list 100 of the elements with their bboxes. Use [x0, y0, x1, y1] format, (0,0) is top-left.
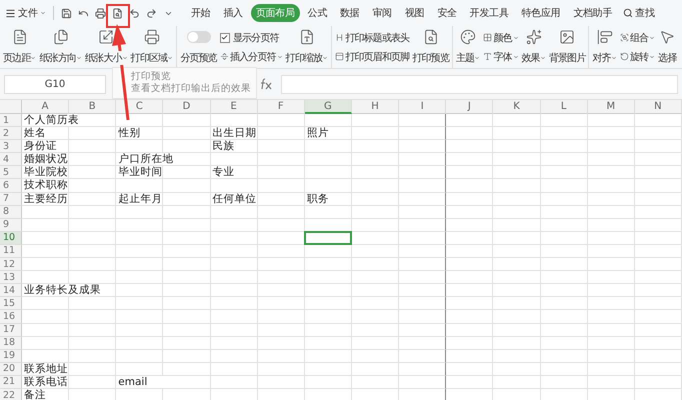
table-cell[interactable]: 毕业时间 [116, 166, 164, 180]
ribbon-button[interactable]: 旋转 [618, 50, 656, 64]
column-header[interactable]: J [446, 100, 494, 114]
ribbon-button[interactable]: 效果 [520, 26, 547, 68]
grid-cell[interactable] [399, 244, 446, 258]
grid-cell[interactable] [399, 362, 446, 376]
row-header[interactable]: 18 [0, 336, 22, 350]
row-header[interactable]: 7 [0, 192, 22, 206]
menu-tab[interactable]: 审阅 [367, 4, 397, 22]
ribbon-button[interactable]: 打印预览 [411, 26, 450, 68]
grid-cell[interactable] [399, 324, 446, 337]
menu-tab[interactable]: 数据 [335, 4, 364, 22]
column-header[interactable]: N [634, 100, 682, 114]
row-header[interactable]: 5 [0, 166, 22, 180]
row-header[interactable]: 16 [0, 310, 22, 324]
ribbon-button[interactable]: 打印标题或表头 [334, 30, 410, 44]
row-header[interactable]: 11 [0, 244, 22, 258]
grid-cell[interactable] [399, 336, 446, 350]
grid-cell[interactable] [399, 376, 446, 389]
ribbon-button[interactable]: 插入分页符 [218, 50, 284, 64]
grid-cell[interactable] [399, 310, 446, 324]
ribbon-button[interactable]: 颜色 [482, 30, 520, 44]
grid-cell[interactable] [399, 153, 446, 166]
row-header[interactable]: 12 [0, 258, 22, 272]
table-cell[interactable]: 姓名 [22, 127, 70, 140]
menu-tab[interactable]: 特色应用 [516, 4, 566, 22]
row-header[interactable]: 10 [0, 232, 22, 245]
table-cell[interactable]: 毕业院校 [22, 166, 70, 180]
row-header[interactable]: 17 [0, 324, 22, 337]
row-header[interactable]: 4 [0, 153, 22, 166]
ribbon-button[interactable]: 对齐 [591, 26, 618, 68]
grid-cell[interactable] [399, 127, 446, 140]
row-header[interactable]: 20 [0, 362, 22, 376]
table-cell[interactable]: 职务 [304, 192, 352, 206]
grid-cell[interactable] [399, 232, 446, 245]
ribbon-button[interactable]: 选择 [657, 26, 678, 68]
table-cell[interactable]: 照片 [304, 127, 352, 140]
table-cell[interactable]: 出生日期 [210, 127, 258, 140]
column-header[interactable]: F [258, 100, 305, 114]
row-header[interactable]: 15 [0, 297, 22, 310]
grid-cell[interactable] [399, 284, 446, 298]
row-header[interactable]: 22 [0, 388, 22, 400]
ribbon-button[interactable]: 组合 [618, 30, 656, 44]
table-cell[interactable]: 民族 [210, 140, 258, 154]
table-cell[interactable]: 业务特长及成果 [22, 284, 116, 298]
ribbon-button[interactable]: 主题 [454, 26, 482, 68]
row-header[interactable]: 14 [0, 284, 22, 298]
table-cell[interactable]: 专业 [210, 166, 258, 180]
grid-cell[interactable] [399, 350, 446, 363]
column-header[interactable]: L [540, 100, 588, 114]
menu-tab[interactable]: 插入 [218, 4, 248, 22]
ribbon-button[interactable]: 打印缩放 [284, 26, 330, 68]
column-header[interactable]: H [352, 100, 400, 114]
table-cell[interactable]: 起止年月 [116, 192, 164, 206]
grid-cell[interactable] [399, 192, 446, 206]
table-cell[interactable]: 联系地址 [22, 362, 70, 376]
table-cell[interactable]: 联系电话 [22, 376, 70, 389]
row-header[interactable]: 13 [0, 271, 22, 284]
row-header[interactable]: 3 [0, 140, 22, 154]
table-cell[interactable]: 户口所在地 [116, 153, 211, 166]
column-header[interactable]: G [304, 100, 352, 114]
row-header[interactable]: 9 [0, 218, 22, 232]
menu-tab[interactable]: 文档助手 [568, 4, 618, 22]
column-header[interactable]: D [163, 100, 211, 114]
row-header[interactable]: 1 [0, 114, 22, 128]
column-header[interactable]: K [493, 100, 541, 114]
table-cell[interactable]: email [116, 376, 211, 389]
grid-cell[interactable] [399, 179, 446, 193]
row-header[interactable]: 6 [0, 179, 22, 193]
table-cell[interactable]: 身份证 [22, 140, 70, 154]
grid-cell[interactable] [399, 271, 446, 284]
table-cell[interactable]: 婚姻状况 [22, 153, 70, 166]
search-button[interactable]: 查找 [623, 6, 656, 20]
table-cell[interactable]: 任何单位 [210, 192, 258, 206]
grid-cell[interactable] [399, 114, 446, 128]
row-header[interactable]: 19 [0, 350, 22, 363]
table-cell[interactable]: 主要经历 [22, 192, 70, 206]
column-header[interactable]: C [116, 100, 164, 114]
column-header[interactable]: I [399, 100, 446, 114]
page-break-preview-button[interactable]: 分页预览 [179, 26, 218, 68]
ribbon-button[interactable]: 背景图片 [548, 26, 586, 68]
formula-field[interactable] [281, 74, 678, 94]
menu-tab[interactable]: 开始 [186, 4, 216, 22]
column-header[interactable]: A [22, 100, 70, 114]
column-header[interactable]: M [588, 100, 635, 114]
function-icon[interactable] [259, 78, 273, 90]
menu-tab[interactable]: 视图 [400, 4, 430, 22]
column-header[interactable]: B [69, 100, 116, 114]
grid-cell[interactable] [399, 206, 446, 219]
name-box[interactable]: G10 [4, 74, 106, 94]
show-page-breaks-checkbox[interactable]: 显示分页符 [218, 30, 284, 44]
toggle-switch[interactable] [186, 31, 211, 43]
ribbon-button[interactable]: 打印页眉和页脚 [334, 50, 410, 64]
corner-cell[interactable] [0, 100, 22, 114]
row-header[interactable]: 8 [0, 206, 22, 219]
grid-cell[interactable] [399, 258, 446, 272]
ribbon-button[interactable]: 页边距 [2, 26, 38, 68]
grid-cell[interactable] [399, 218, 446, 232]
table-cell[interactable]: 性别 [116, 127, 164, 140]
row-header[interactable]: 2 [0, 127, 22, 140]
